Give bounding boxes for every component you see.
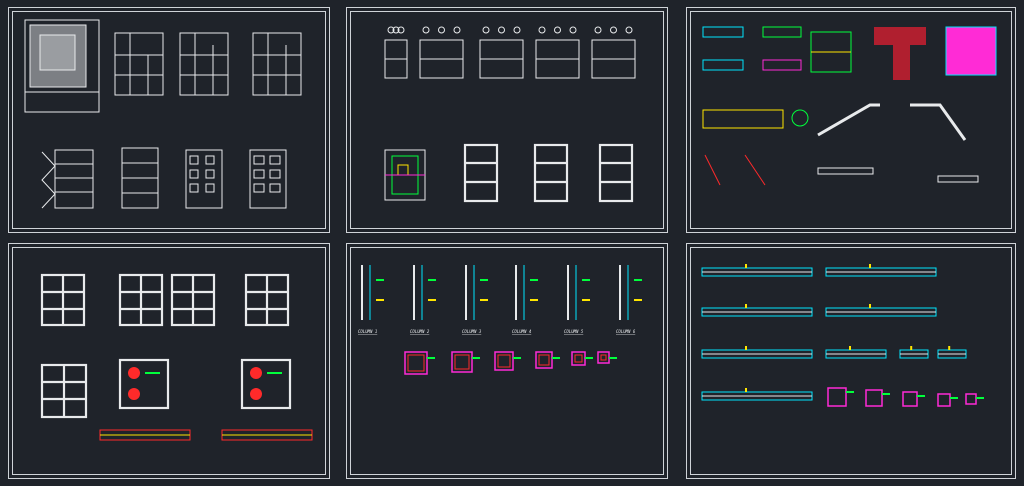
- floor-plan-1: [114, 32, 164, 96]
- grid-bubble: [538, 26, 546, 34]
- column-sections: [404, 351, 617, 375]
- column-label-4: COLUMN 4: [512, 329, 532, 334]
- floor-plan-3: [252, 32, 302, 96]
- beam-section-5: [965, 393, 977, 405]
- drawing-layer: COLUMN 1 COLUMN 2 COLUMN 3 COLUMN 4 COLUMN 5…: [24, 19, 997, 441]
- footing-detail-right: [240, 358, 292, 410]
- column-label-3: COLUMN 3: [462, 329, 482, 334]
- column-section-6: [597, 351, 610, 364]
- stair-detail: [702, 103, 979, 186]
- column-label-1: COLUMN 1: [358, 329, 377, 334]
- grid-bubble: [498, 26, 505, 34]
- column-section-core: [407, 354, 425, 372]
- column-section-core: [538, 354, 550, 366]
- column-labels: COLUMN 1 COLUMN 2 COLUMN 3 COLUMN 4 COLUMN 5…: [358, 329, 636, 334]
- frame-single: [40, 363, 88, 419]
- frame-elevation-1: [463, 143, 499, 203]
- frames-row-1: [40, 273, 290, 327]
- column-section-4: [535, 351, 553, 369]
- frame-elevation-3: [598, 143, 634, 203]
- site-plan: [24, 19, 100, 113]
- column-section-core: [497, 354, 511, 368]
- section-2: [121, 147, 159, 209]
- beam-strip-right: [221, 429, 313, 441]
- frame-elevation-2: [533, 143, 569, 203]
- grid-bubble: [610, 26, 617, 34]
- floor-plan-2: [179, 32, 229, 96]
- column-plan-colored: [384, 149, 426, 201]
- grid-bubble: [594, 26, 602, 34]
- grid-bubble: [422, 26, 430, 34]
- grid-bubble: [554, 26, 561, 34]
- frame-elevations-row: [463, 143, 634, 203]
- beam-strip-left: [99, 429, 191, 441]
- column-section-core: [454, 354, 470, 370]
- beam-section-4: [937, 393, 951, 407]
- column-section-5: [571, 351, 586, 366]
- column-label-6: COLUMN 6: [616, 329, 636, 334]
- side-elevation: [249, 149, 287, 209]
- cad-drawing-canvas: COLUMN 1 COLUMN 2 COLUMN 3 COLUMN 4 COLUMN 5…: [0, 0, 1024, 486]
- grid-bubble: [438, 26, 445, 34]
- grid-bubble: [453, 26, 461, 34]
- grid-bubble: [625, 26, 633, 34]
- beam-section-2: [865, 389, 883, 407]
- beam-section-3: [902, 391, 918, 407]
- beam-details: [701, 264, 984, 407]
- footing-detail-left: [118, 358, 170, 410]
- foundation-grid-row: [384, 26, 636, 79]
- section-with-stair: [41, 149, 94, 209]
- column-section-core: [600, 354, 607, 361]
- slab-detail-set: [702, 26, 997, 80]
- column-label-5: COLUMN 5: [564, 329, 584, 334]
- column-label-2: COLUMN 2: [410, 329, 430, 334]
- grid-bubble: [482, 26, 490, 34]
- beam-section-1: [827, 387, 847, 407]
- grid-bubble: [513, 26, 521, 34]
- front-elevation: [185, 149, 223, 209]
- grid-bubble: [569, 26, 577, 34]
- column-elevations: [361, 265, 642, 320]
- column-section-core: [574, 354, 583, 363]
